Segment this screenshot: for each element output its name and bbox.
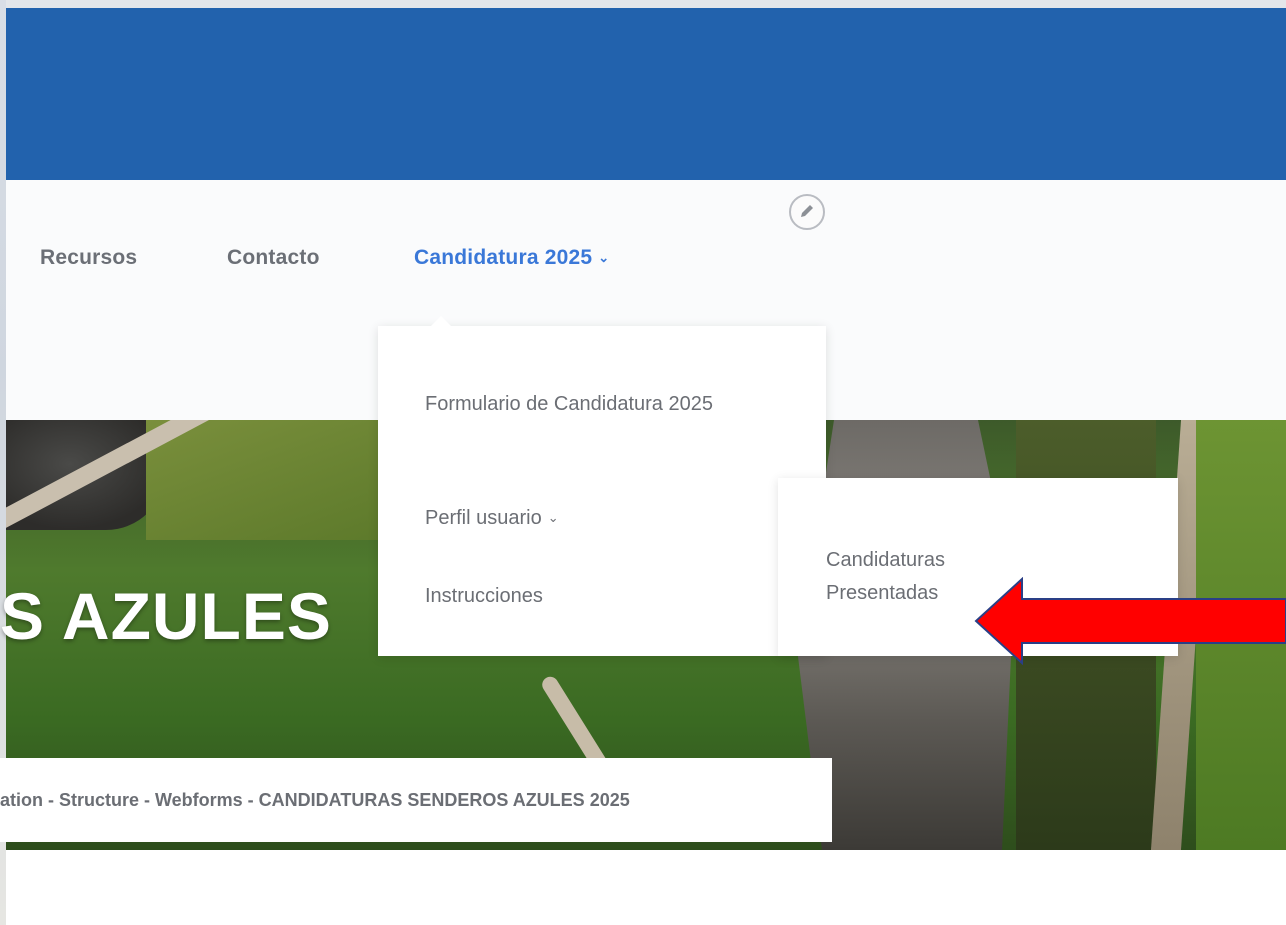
menu-item-formulario[interactable]: Formulario de Candidatura 2025: [425, 388, 765, 421]
nav-item-recursos[interactable]: Recursos: [40, 246, 137, 270]
chevron-down-icon: ⌄: [547, 510, 559, 525]
red-arrow-icon: [974, 577, 1286, 665]
candidatura-dropdown-menu: Formulario de Candidatura 2025 Perfil us…: [378, 316, 826, 656]
frame-top: [0, 0, 1286, 8]
dropdown-arrow: [430, 316, 452, 327]
breadcrumb: ation - Structure - Webforms - CANDIDATU…: [0, 790, 630, 810]
menu-item-instrucciones[interactable]: Instrucciones: [425, 580, 543, 613]
menu-item-perfil-usuario[interactable]: Perfil usuario ⌄: [425, 502, 559, 536]
nav-item-candidatura-2025[interactable]: Candidatura 2025 ⌄: [414, 246, 609, 270]
nav-item-contacto[interactable]: Contacto: [227, 246, 320, 270]
hero-title: S AZULES: [0, 579, 332, 653]
edit-button[interactable]: [789, 194, 825, 230]
site-header-banner: [6, 8, 1286, 180]
pencil-icon: [801, 205, 813, 217]
chevron-down-icon: ⌄: [598, 250, 610, 265]
